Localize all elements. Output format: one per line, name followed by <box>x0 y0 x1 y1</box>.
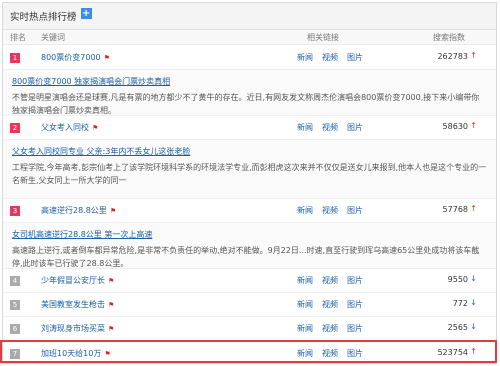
column-header: 排名 关键词 相关链接 搜索指数 <box>3 30 496 45</box>
video-link[interactable]: 视频 <box>322 206 338 215</box>
keyword-link[interactable]: 800票价变7000 ⚑ <box>41 52 110 63</box>
trend-down-icon: ↓ <box>470 322 477 331</box>
flag-icon: ⚑ <box>103 54 110 62</box>
col-keyword: 关键词 <box>41 33 65 42</box>
table-row: 4 少年假冒公安厅长 ⚑ 新闻 视频 图片 9550 ↓ <box>3 269 496 293</box>
video-link[interactable]: 视频 <box>322 324 338 333</box>
detail-title[interactable]: 800票价变7000 独家揭演唱会门票炒卖真相 <box>12 76 487 87</box>
flag-icon: ⚑ <box>108 277 115 285</box>
image-link[interactable]: 图片 <box>347 300 363 309</box>
keyword-link[interactable]: 少年假冒公安厅长 ⚑ <box>41 275 114 286</box>
image-link[interactable]: 图片 <box>347 123 363 132</box>
news-link[interactable]: 新闻 <box>297 324 313 333</box>
video-link[interactable]: 视频 <box>322 300 338 309</box>
table-row: 1 800票价变7000 ⚑ 新闻 视频 图片 262783 ↑ <box>3 46 496 70</box>
image-link[interactable]: 图片 <box>347 53 363 62</box>
search-index: 57768 <box>442 205 468 214</box>
video-link[interactable]: 视频 <box>322 123 338 132</box>
image-link[interactable]: 图片 <box>347 276 363 285</box>
flag-icon: ⚑ <box>108 301 115 309</box>
flag-icon: ⚑ <box>108 325 115 333</box>
related-links: 新闻 视频 图片 <box>297 275 372 286</box>
detail-text: 高速路上逆行,或者倒车都异常危险,是非常不负责任的举动,绝对不能做。9月22日.… <box>12 246 480 268</box>
rank-badge: 4 <box>10 276 20 286</box>
flag-icon: ⚑ <box>109 207 117 215</box>
news-link[interactable]: 新闻 <box>297 300 313 309</box>
rank-badge: 2 <box>10 123 20 133</box>
video-link[interactable]: 视频 <box>322 53 338 62</box>
news-link[interactable]: 新闻 <box>297 53 313 62</box>
highlight-box <box>0 340 497 363</box>
related-links: 新闻 视频 图片 <box>297 122 372 133</box>
search-index: 9550 <box>447 275 468 284</box>
detail-summary: 父女考入同校同专业 父亲:3年内不丢女儿这张老脸 工程学院,今年高考,彭宗仙考上… <box>3 140 496 199</box>
keyword-link[interactable]: 美国教室发生枪击 ⚑ <box>41 299 114 310</box>
rank-badge: 5 <box>10 300 20 310</box>
keyword-link[interactable]: 父女考入同校 ⚑ <box>41 122 98 133</box>
table-row: 3 高速逆行28.8公里 ⚑ 新闻 视频 图片 57768 ↑ <box>3 199 496 223</box>
flag-icon: ⚑ <box>92 124 99 132</box>
image-link[interactable]: 图片 <box>347 324 363 333</box>
rank-badge: 3 <box>10 206 20 216</box>
col-rank: 排名 <box>10 33 26 42</box>
detail-summary: 女司机高速逆行28.8公里 第一次上高速 高速路上逆行,或者倒车都异常危险,是非… <box>3 223 496 269</box>
table-row: 2 父女考入同校 ⚑ 新闻 视频 图片 58630 ↑ <box>3 116 496 140</box>
image-link[interactable]: 图片 <box>347 206 363 215</box>
video-link[interactable]: 视频 <box>322 276 338 285</box>
table-row: 5 美国教室发生枪击 ⚑ 新闻 视频 图片 772 ↓ <box>3 293 496 317</box>
col-index: 搜索指数 <box>433 33 465 42</box>
related-links: 新闻 视频 图片 <box>297 299 372 310</box>
search-index: 58630 <box>442 122 468 131</box>
search-index: 2565 <box>447 323 468 332</box>
col-links: 相关链接 <box>307 33 339 42</box>
rank-badge: 1 <box>10 53 20 63</box>
panel-title: 实时热点排行榜 <box>10 12 77 23</box>
keyword-link[interactable]: 高速逆行28.8公里 ⚑ <box>41 205 116 216</box>
news-link[interactable]: 新闻 <box>297 206 313 215</box>
plus-square-icon[interactable]: + <box>80 7 92 19</box>
trend-up-icon: ↑ <box>470 204 477 213</box>
keyword-link[interactable]: 刘涛现身市场买菜 ⚑ <box>41 323 114 334</box>
news-link[interactable]: 新闻 <box>297 123 313 132</box>
rank-badge: 6 <box>10 324 20 334</box>
trend-up-icon: ↑ <box>470 51 477 60</box>
hot-ranking-panel: 实时热点排行榜 + 排名 关键词 相关链接 搜索指数 1 800票价变7000 ⚑… <box>2 2 497 364</box>
trend-down-icon: ↓ <box>470 298 477 307</box>
table-row: 6 刘涛现身市场买菜 ⚑ 新闻 视频 图片 2565 ↓ <box>3 317 496 341</box>
trend-down-icon: ↓ <box>470 274 477 283</box>
search-index: 262783 <box>437 52 468 61</box>
related-links: 新闻 视频 图片 <box>297 323 372 334</box>
detail-title[interactable]: 父女考入同校同专业 父亲:3年内不丢女儿这张老脸 <box>12 146 487 157</box>
detail-title[interactable]: 女司机高速逆行28.8公里 第一次上高速 <box>12 229 487 240</box>
panel-header: 实时热点排行榜 + <box>3 3 496 30</box>
detail-text: 工程学院,今年高考,彭宗仙考上了该学院环境科学系的环境法学专业,而彭相虎这次来并… <box>12 163 487 185</box>
trend-up-icon: ↑ <box>470 121 477 130</box>
detail-summary: 800票价变7000 独家揭演唱会门票炒卖真相 不管是明星演唱会还是球赛,凡是有… <box>3 70 496 116</box>
news-link[interactable]: 新闻 <box>297 276 313 285</box>
related-links: 新闻 视频 图片 <box>297 205 372 216</box>
related-links: 新闻 视频 图片 <box>297 52 372 63</box>
search-index: 772 <box>452 299 468 308</box>
detail-text: 不管是明星演唱会还是球赛,凡是有票的地方都少不了黄牛的存在。近日,有网友发文称周… <box>12 93 480 115</box>
